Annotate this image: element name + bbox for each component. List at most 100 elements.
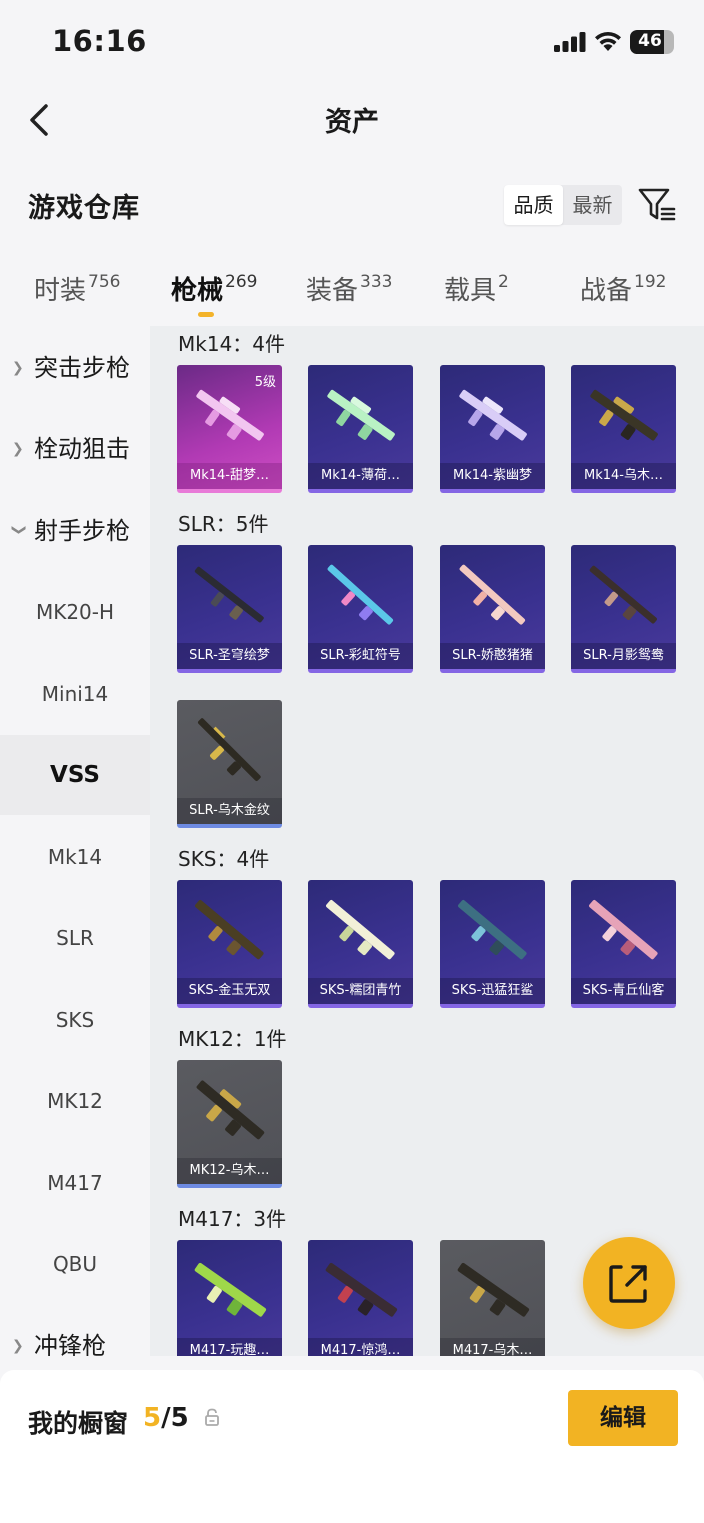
group-label-m417: M417：3件	[178, 1207, 287, 1231]
skin-card[interactable]: SLR-娇憨猪猪	[440, 545, 545, 673]
sidebar-group-bolt-sniper[interactable]: ❯ 栓动狙击	[0, 409, 150, 489]
skin-card[interactable]: Mk14-紫幽梦	[440, 365, 545, 493]
group-label-sks: SKS：4件	[178, 847, 270, 871]
weapon-type-sidebar: ❯ 突击步枪 ❯ 栓动狙击 ❯ 射手步枪 MK20-H Mini14 VSS M…	[0, 326, 150, 1356]
cellular-signal-icon	[554, 32, 586, 52]
sidebar-item-mini14[interactable]: Mini14	[0, 654, 150, 734]
group-label-mk12: MK12：1件	[178, 1027, 287, 1051]
skin-card[interactable]: 5级 Mk14-甜梦…	[177, 365, 282, 493]
sidebar-group-assault-rifle[interactable]: ❯ 突击步枪	[0, 328, 150, 408]
sidebar-item-mk14[interactable]: Mk14	[0, 817, 150, 897]
skin-card[interactable]: Mk14-乌木…	[571, 365, 676, 493]
skin-card[interactable]: SLR-圣穹绘梦	[177, 545, 282, 673]
rifle-skin-icon	[198, 718, 261, 781]
skin-name: SKS-迅猛狂鲨	[440, 978, 545, 1004]
rifle-skin-icon	[589, 565, 657, 624]
edit-button[interactable]: 编辑	[568, 1390, 678, 1446]
sidebar-item-mk12[interactable]: MK12	[0, 1061, 150, 1141]
showcase-current: 5	[143, 1403, 162, 1433]
tab-equipment[interactable]: 装备 333	[306, 270, 392, 307]
rifle-skin-icon	[590, 389, 658, 441]
skin-card[interactable]: SLR-彩虹符号	[308, 545, 413, 673]
skin-name: Mk14-紫幽梦	[440, 463, 545, 489]
skin-name: M417-惊鸿…	[308, 1338, 413, 1356]
skin-name: SKS-金玉无双	[177, 978, 282, 1004]
tab-label: 时装	[34, 276, 87, 306]
category-tabs: 时装 756 枪械 269 装备 333 载具 2 战备 192	[0, 262, 704, 322]
tab-count: 333	[360, 272, 393, 292]
rifle-skin-icon	[459, 389, 527, 441]
skin-card[interactable]: SKS-迅猛狂鲨	[440, 880, 545, 1008]
skin-level-badge: 5级	[254, 375, 276, 390]
skin-card[interactable]: SKS-金玉无双	[177, 880, 282, 1008]
showcase-label: 我的橱窗	[28, 1409, 129, 1438]
rifle-skin-icon	[589, 899, 658, 960]
rifle-skin-icon	[327, 564, 394, 625]
rifle-skin-icon	[458, 899, 527, 960]
skin-name: M417-乌木…	[440, 1338, 545, 1356]
active-tab-indicator	[198, 312, 214, 317]
sidebar-item-qbu[interactable]: QBU	[0, 1224, 150, 1304]
skin-name: SLR-乌木金纹	[177, 798, 282, 824]
skin-card[interactable]: M417-玩趣…	[177, 1240, 282, 1356]
skin-card[interactable]: SKS-糯团青竹	[308, 880, 413, 1008]
rifle-skin-icon	[326, 899, 395, 960]
weapon-skin-grid: Mk14：4件 5级 Mk14-甜梦… Mk14-薄荷… Mk14-紫幽梦 Mk…	[150, 326, 704, 1356]
skin-card[interactable]: Mk14-薄荷…	[308, 365, 413, 493]
rifle-skin-icon	[459, 564, 526, 625]
skin-name: Mk14-甜梦…	[177, 463, 282, 489]
skin-name: SLR-娇憨猪猪	[440, 643, 545, 669]
skin-card[interactable]: MK12-乌木…	[177, 1060, 282, 1188]
rifle-skin-icon	[196, 1080, 265, 1140]
chevron-right-icon: ❯	[12, 360, 24, 376]
page-title: 资产	[325, 107, 379, 138]
chevron-right-icon: ❯	[12, 441, 24, 457]
skin-name: MK12-乌木…	[177, 1158, 282, 1184]
sidebar-group-smg[interactable]: ❯ 冲锋枪	[0, 1306, 150, 1356]
showcase-bar: 我的橱窗 5/5 编辑	[0, 1370, 704, 1523]
share-button[interactable]	[583, 1237, 675, 1329]
skin-name: SLR-彩虹符号	[308, 643, 413, 669]
skin-name: Mk14-乌木…	[571, 463, 676, 489]
battery-level: 46	[638, 31, 662, 51]
skin-card[interactable]: M417-惊鸿…	[308, 1240, 413, 1356]
tab-count: 756	[88, 272, 121, 292]
rifle-skin-icon	[195, 899, 264, 960]
skin-name: M417-玩趣…	[177, 1338, 282, 1356]
sidebar-item-m417[interactable]: M417	[0, 1143, 150, 1223]
skin-card[interactable]: SKS-青丘仙客	[571, 880, 676, 1008]
group-label-mk14: Mk14：4件	[178, 332, 286, 356]
skin-card[interactable]: SLR-乌木金纹	[177, 700, 282, 828]
skin-name: SKS-糯团青竹	[308, 978, 413, 1004]
rifle-skin-icon	[194, 1262, 267, 1317]
skin-card[interactable]: M417-乌木…	[440, 1240, 545, 1356]
tab-supplies[interactable]: 战备 192	[580, 270, 666, 307]
share-export-icon	[609, 1265, 647, 1303]
battery-icon: 46	[630, 30, 674, 54]
sidebar-item-sks[interactable]: SKS	[0, 980, 150, 1060]
group-label-slr: SLR：5件	[178, 512, 269, 536]
tab-count: 192	[634, 272, 667, 292]
rifle-skin-icon	[325, 1262, 398, 1317]
rifle-skin-icon	[194, 566, 264, 623]
tab-label: 装备	[306, 276, 359, 306]
sidebar-item-vss[interactable]: VSS	[0, 735, 150, 815]
sidebar-group-marksman-rifle[interactable]: ❯ 射手步枪	[0, 491, 150, 571]
sidebar-item-mk20h[interactable]: MK20-H	[0, 572, 150, 652]
tab-firearms[interactable]: 枪械 269	[171, 270, 257, 307]
filter-icon[interactable]	[636, 184, 678, 226]
sort-option-newest[interactable]: 最新	[563, 185, 622, 225]
sidebar-item-slr[interactable]: SLR	[0, 898, 150, 978]
sort-option-quality[interactable]: 品质	[504, 185, 563, 225]
tab-vehicles[interactable]: 载具 2	[444, 270, 509, 307]
section-title: 游戏仓库	[28, 193, 140, 224]
tab-label: 枪械	[171, 276, 224, 306]
wifi-icon	[595, 31, 621, 51]
rifle-skin-icon	[457, 1262, 530, 1317]
skin-card[interactable]: SLR-月影鸳鸯	[571, 545, 676, 673]
tab-fashion[interactable]: 时装 756	[34, 270, 120, 307]
sidebar-item-label: 栓动狙击	[34, 435, 130, 463]
tab-label: 载具	[444, 276, 497, 306]
chevron-right-icon: ❯	[12, 1338, 24, 1354]
showcase-count: 5/5	[143, 1403, 189, 1433]
